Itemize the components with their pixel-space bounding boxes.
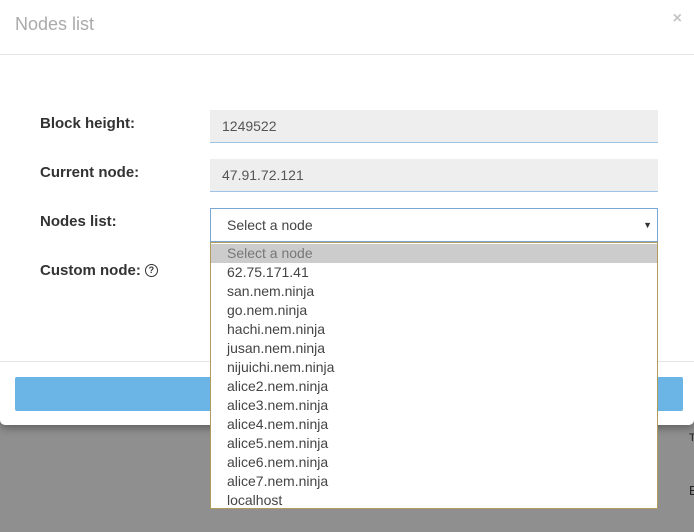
dropdown-option[interactable]: nijuichi.nem.ninja xyxy=(211,358,657,377)
custom-node-label-text: Custom node: xyxy=(40,262,141,279)
custom-node-label: Custom node:? xyxy=(40,262,158,279)
dropdown-option[interactable]: go.nem.ninja xyxy=(211,301,657,320)
backdrop-text: T xyxy=(689,432,694,444)
block-height-field[interactable]: 1249522 xyxy=(210,110,658,143)
dropdown-option[interactable]: alice3.nem.ninja xyxy=(211,396,657,415)
select-value: Select a node xyxy=(227,217,313,233)
dropdown-option[interactable]: Select a node xyxy=(211,244,657,263)
dropdown-option[interactable]: localhost xyxy=(211,491,657,510)
dropdown-option[interactable]: alice7.nem.ninja xyxy=(211,472,657,491)
close-icon[interactable]: × xyxy=(673,10,682,28)
dropdown-option[interactable]: 62.75.171.41 xyxy=(211,263,657,282)
dropdown-option[interactable]: jusan.nem.ninja xyxy=(211,339,657,358)
modal-title: Nodes list xyxy=(15,14,95,34)
nodes-list-select[interactable]: Select a node ▼ xyxy=(210,208,658,242)
dropdown-option[interactable]: hachi.nem.ninja xyxy=(211,320,657,339)
dropdown-option[interactable]: alice2.nem.ninja xyxy=(211,377,657,396)
dropdown-option[interactable]: alice6.nem.ninja xyxy=(211,453,657,472)
dropdown-option[interactable]: san.nem.ninja xyxy=(211,282,657,301)
current-node-label: Current node: xyxy=(40,164,140,181)
help-icon[interactable]: ? xyxy=(144,264,158,277)
dropdown-option[interactable]: alice4.nem.ninja xyxy=(211,415,657,434)
dropdown-option[interactable]: alice5.nem.ninja xyxy=(211,434,657,453)
backdrop-text: E xyxy=(689,483,694,498)
block-height-label: Block height: xyxy=(40,115,136,132)
nodes-list-label: Nodes list: xyxy=(40,213,117,230)
modal-header: Nodes list × xyxy=(0,0,694,55)
chevron-down-icon: ▼ xyxy=(643,220,652,230)
nodes-dropdown-list: Select a node 62.75.171.41 san.nem.ninja… xyxy=(210,242,658,509)
current-node-field[interactable]: 47.91.72.121 xyxy=(210,159,658,192)
